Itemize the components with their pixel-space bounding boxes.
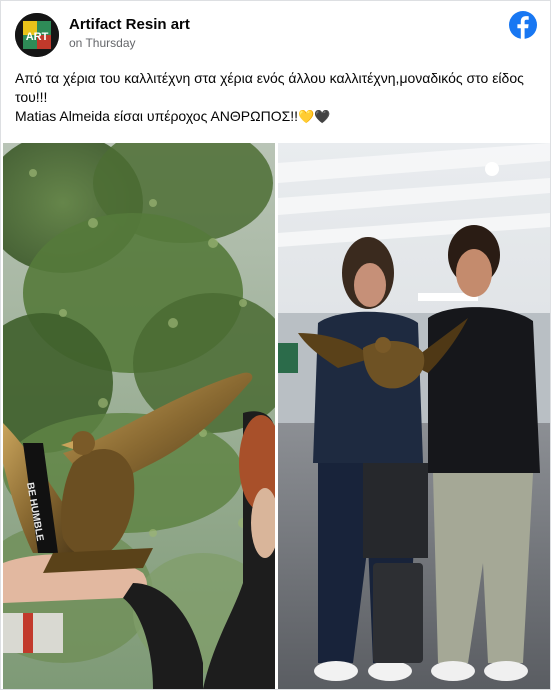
facebook-post-card: ART Artifact Resin art on Thursday Από τ…	[0, 0, 551, 690]
page-avatar[interactable]: ART	[15, 13, 59, 57]
eagle-sculpture-photo: BE HUMBLE	[3, 143, 275, 689]
post-text: Από τα χέρια του καλλιτέχνη στα χέρια εν…	[15, 69, 538, 127]
page-name-link[interactable]: Artifact Resin art	[69, 16, 190, 33]
heart-emojis: 💛🖤	[298, 110, 331, 125]
post-timestamp[interactable]: on Thursday	[69, 36, 136, 50]
avatar-text: ART	[26, 31, 49, 43]
post-text-line-2: Matias Almeida είσαι υπέροχος ΑΝΘΡΩΠΟΣ!!…	[15, 107, 538, 127]
photo-two-men-airport[interactable]	[278, 143, 550, 689]
post-text-line-2-text: Matias Almeida είσαι υπέροχος ΑΝΘΡΩΠΟΣ!!	[15, 108, 299, 124]
airport-photo	[278, 143, 550, 689]
photo-eagle-sculpture-hand[interactable]: BE HUMBLE	[3, 143, 275, 689]
facebook-logo-icon[interactable]	[509, 11, 537, 39]
post-header: ART Artifact Resin art on Thursday	[15, 10, 540, 57]
avatar-logo-image: ART	[15, 13, 59, 57]
post-text-line-1: Από τα χέρια του καλλιτέχνη στα χέρια εν…	[15, 70, 524, 105]
